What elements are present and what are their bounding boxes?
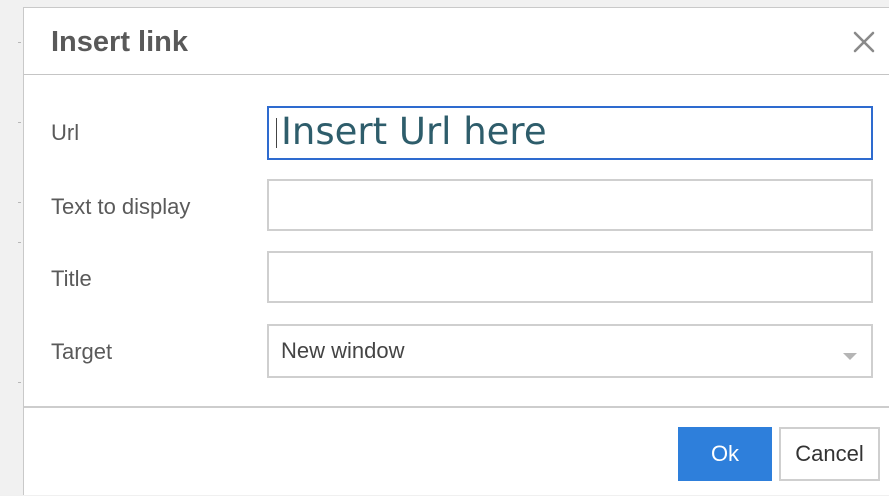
backdrop-mark bbox=[18, 242, 21, 243]
dialog-header: Insert link bbox=[24, 8, 889, 75]
text-to-display-input[interactable] bbox=[267, 179, 873, 231]
cancel-button[interactable]: Cancel bbox=[779, 427, 880, 481]
text-caret bbox=[276, 118, 277, 148]
backdrop-mark bbox=[18, 42, 21, 43]
close-button[interactable] bbox=[850, 28, 878, 56]
backdrop-mark bbox=[18, 202, 21, 203]
dialog-title: Insert link bbox=[51, 26, 188, 58]
url-input-value: Insert Url here bbox=[281, 110, 547, 153]
backdrop-mark bbox=[18, 122, 21, 123]
target-select[interactable]: New window bbox=[267, 324, 873, 378]
title-label: Title bbox=[51, 266, 92, 291]
target-select-value: New window bbox=[281, 338, 405, 363]
url-label: Url bbox=[51, 120, 80, 145]
title-input[interactable] bbox=[267, 251, 873, 303]
url-input[interactable]: Insert Url here bbox=[267, 106, 873, 160]
close-icon bbox=[853, 31, 875, 53]
chevron-down-icon bbox=[843, 348, 857, 366]
backdrop-mark bbox=[18, 382, 21, 383]
insert-link-dialog: Insert link Url Insert Url here Text to … bbox=[23, 7, 889, 495]
target-label: Target bbox=[51, 339, 113, 364]
text-to-display-label: Text to display bbox=[51, 194, 191, 219]
dialog-footer: Ok Cancel bbox=[24, 406, 889, 496]
ok-button[interactable]: Ok bbox=[678, 427, 772, 481]
